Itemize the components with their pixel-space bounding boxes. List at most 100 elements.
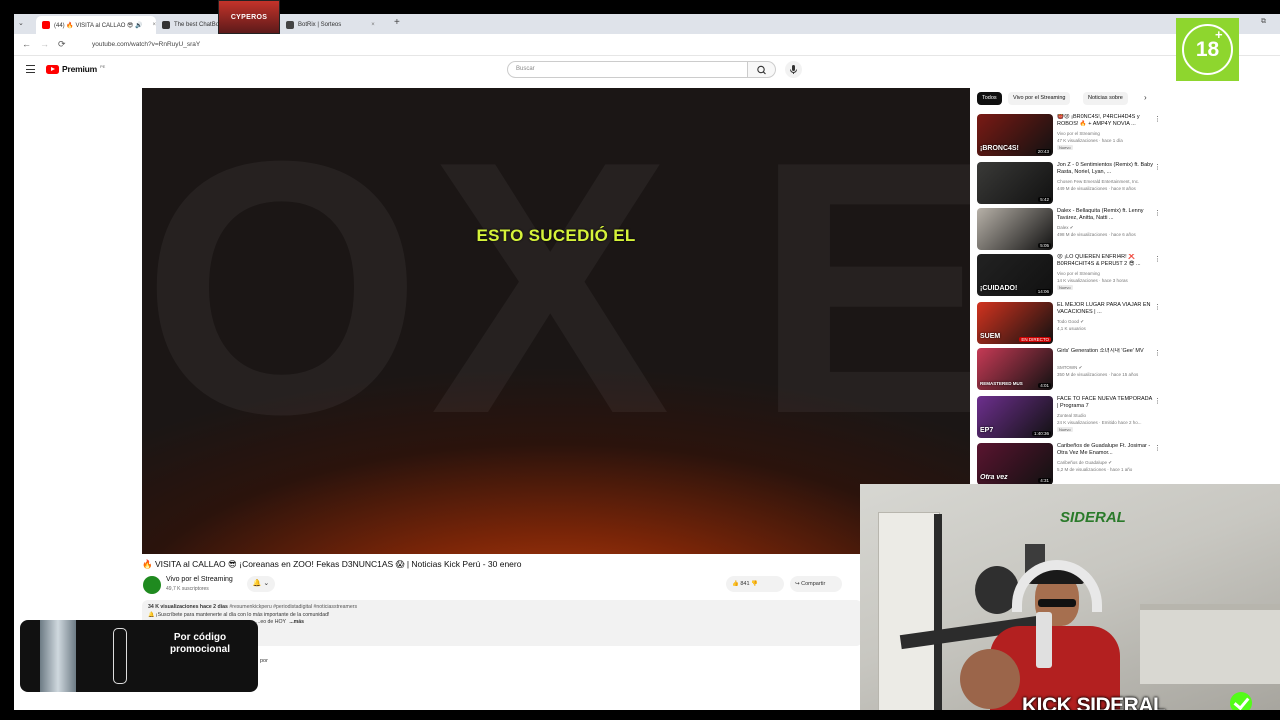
chevron-right-icon[interactable]: › <box>1144 93 1147 102</box>
browser-tab-chatbot[interactable]: The best ChatBot <box>156 16 221 34</box>
channel-name[interactable]: Vivo por el Streaming <box>166 576 233 583</box>
recommended-title[interactable]: Dalex - Bellaquita (Remix) ft. Lenny Tav… <box>1057 208 1153 221</box>
youtube-premium-logo[interactable]: Premium PE <box>46 64 105 74</box>
recommended-title[interactable]: FACE TO FACE NUEVA TEMPORADA | Programa … <box>1057 396 1153 409</box>
recommended-channel[interactable]: Chosen Few Emerald Entertainment, Inc. <box>1057 179 1139 184</box>
video-thumbnail[interactable]: Otra vez 4:31 <box>977 443 1053 485</box>
recommended-channel[interactable]: Vivo por el Streaming <box>1057 271 1100 276</box>
more-actions-icon[interactable]: ⋮ <box>1154 209 1161 217</box>
reload-button[interactable]: ⟳ <box>58 39 66 50</box>
video-thumbnail[interactable]: EP7 1:40:36 <box>977 396 1053 438</box>
video-title: 🔥 VISITA al CALLAO 😎 ¡Coreanas en ZOO! F… <box>142 559 522 569</box>
tab-label: BotRix | Sorteos <box>298 22 342 28</box>
background-letter: E <box>754 88 970 489</box>
recommended-title[interactable]: Jon Z - 0 Sentimientos (Remix) ft. Baby … <box>1057 162 1153 175</box>
room-door <box>878 512 940 720</box>
new-badge: Nuevo <box>1057 285 1073 290</box>
recommended-video[interactable]: 5:05 Dalex - Bellaquita (Remix) ft. Lenn… <box>977 208 1161 252</box>
search-button[interactable] <box>748 61 776 78</box>
video-caption: ESTO SUCEDIÓ EL <box>476 226 636 245</box>
recommended-meta: 4,1 K usuarios <box>1057 326 1086 331</box>
plus-icon: + <box>1215 27 1223 42</box>
tab-label: The best ChatBot <box>174 22 221 28</box>
recommended-channel[interactable]: Dalex ✔ <box>1057 225 1074 231</box>
recommended-channel[interactable]: Vivo por el Streaming <box>1057 131 1100 136</box>
channel-subscribers: 49,7 K suscriptores <box>166 586 209 592</box>
more-actions-icon[interactable]: ⋮ <box>1154 444 1161 452</box>
recommended-video[interactable]: ¡BRONC4S! 20:43 👹😡 ¡BR0NC4S!, P4RCH4D4S y… <box>977 114 1161 158</box>
new-badge: Nuevo <box>1057 427 1073 432</box>
sunglasses <box>1038 599 1076 607</box>
chip-news[interactable]: Noticias sobre <box>1083 92 1128 105</box>
video-thumbnail[interactable]: SUEM EN DIRECTO <box>977 302 1053 344</box>
video-duration: 20:43 <box>1035 149 1051 154</box>
share-button[interactable]: ↪ Compartir <box>790 576 842 592</box>
thumbnail-text: SUEM <box>980 333 1001 340</box>
browser-tab-bar: ⌄ (44) 🔥 VISITA al CALLAO 😎 🔊 × The best… <box>14 14 1280 34</box>
youtube-favicon-icon <box>42 21 50 29</box>
video-thumbnail[interactable]: ¡CUIDADO! 14:06 <box>977 254 1053 296</box>
more-actions-icon[interactable]: ⋮ <box>1154 115 1161 123</box>
tab-label: (44) 🔥 VISITA al CALLAO 😎 🔊 <box>54 22 143 29</box>
more-actions-icon[interactable]: ⋮ <box>1154 397 1161 405</box>
comments-text: por <box>260 658 268 664</box>
notification-bell-button[interactable]: 🔔 ⌄ <box>247 576 275 592</box>
tab-search-icon[interactable]: ⌄ <box>18 19 24 27</box>
tab-close-icon[interactable]: × <box>371 22 375 28</box>
recommended-title[interactable]: 👹😡 ¡BR0NC4S!, P4RCH4D4S y ROBOS! 🔥 + AMP… <box>1057 114 1153 127</box>
more-actions-icon[interactable]: ⋮ <box>1154 349 1161 357</box>
phone-outline-icon <box>113 628 127 684</box>
url-input[interactable]: youtube.com/watch?v=RnRuyU_sraY <box>84 38 1194 52</box>
voice-search-button[interactable] <box>785 61 802 78</box>
video-thumbnail[interactable]: 5:42 <box>977 162 1053 204</box>
more-actions-icon[interactable]: ⋮ <box>1154 303 1161 311</box>
recommended-channel[interactable]: Caribeños de Guadalupe ✔ <box>1057 460 1112 466</box>
channel-avatar[interactable] <box>143 576 161 594</box>
more-actions-icon[interactable]: ⋮ <box>1154 163 1161 171</box>
recommended-video[interactable]: 5:42 Jon Z - 0 Sentimientos (Remix) ft. … <box>977 162 1161 206</box>
chip-todos[interactable]: Todos <box>977 92 1002 105</box>
search-input[interactable]: Buscar <box>507 61 748 78</box>
description-line: 🔔 ¡Suscríbete para mantenerte al día con… <box>148 611 330 618</box>
hashtags[interactable]: #resumenkickperu #periodistadigital #not… <box>229 604 357 610</box>
logo-country: PE <box>99 63 106 69</box>
recommended-title[interactable]: Girls' Generation 소녀시대 'Gee' MV <box>1057 348 1153 355</box>
browser-tab-youtube[interactable]: (44) 🔥 VISITA al CALLAO 😎 🔊 × <box>36 16 156 34</box>
like-dislike-button[interactable]: 👍 841 👎 <box>726 576 784 592</box>
recommended-video[interactable]: EP7 1:40:36 FACE TO FACE NUEVA TEMPORADA … <box>977 396 1161 440</box>
recommended-meta: 449 M de visualizaciones · hace 8 años <box>1057 186 1136 191</box>
product-can-image <box>40 620 76 692</box>
window-restore-icon[interactable]: ⧉ <box>1261 18 1266 26</box>
video-thumbnail[interactable]: 5:05 <box>977 208 1053 250</box>
browser-tab-botrix[interactable]: BotRix | Sorteos × <box>280 16 388 34</box>
recommended-title[interactable]: Caribeños de Guadalupe Ft. Josimar - Otr… <box>1057 443 1153 456</box>
forward-button[interactable]: → <box>40 39 49 49</box>
address-bar-row: ← → ⟳ youtube.com/watch?v=RnRuyU_sraY <box>14 34 1280 56</box>
recommended-video[interactable]: Otra vez 4:31 Caribeños de Guadalupe Ft. … <box>977 443 1161 487</box>
video-thumbnail[interactable]: ¡BRONC4S! 20:43 <box>977 114 1053 156</box>
recommended-title[interactable]: 😡 ¡LO QUIEREN ENFRI4R! ❌ B0RR4CHIT4S & P… <box>1057 254 1153 267</box>
recommended-channel[interactable]: SMTOWN ✔ <box>1057 365 1082 371</box>
room-bed <box>1140 604 1280 684</box>
recommended-channel[interactable]: Todo Good ✔ <box>1057 319 1084 325</box>
back-button[interactable]: ← <box>22 39 31 49</box>
recommended-channel[interactable]: Zonteal Studio <box>1057 413 1086 418</box>
stream-logo-sticker: CYPEROS <box>218 0 280 34</box>
recommended-video[interactable]: REMASTERED MUS 4:01 Girls' Generation 소녀시… <box>977 348 1161 392</box>
hamburger-menu-icon[interactable] <box>26 65 35 73</box>
video-player[interactable]: O X E ESTO SUCEDIÓ EL <box>142 88 970 554</box>
video-duration: 5:42 <box>1038 197 1051 202</box>
new-tab-button[interactable]: + <box>394 17 400 28</box>
video-thumbnail[interactable]: REMASTERED MUS 4:01 <box>977 348 1053 390</box>
promo-text: Por código promocional <box>169 632 230 655</box>
room-pole <box>934 514 942 720</box>
recommended-video[interactable]: SUEM EN DIRECTO EL MEJOR LUGAR PARA VIAJA… <box>977 302 1161 346</box>
new-badge: Nuevo <box>1057 145 1073 150</box>
wall-mural-text: SIDERAL <box>1060 509 1126 526</box>
more-actions-icon[interactable]: ⋮ <box>1154 255 1161 263</box>
video-duration: 5:05 <box>1038 243 1051 248</box>
chip-channel[interactable]: Vivo por el Streaming <box>1008 92 1071 105</box>
show-more-link[interactable]: ...más <box>289 619 304 625</box>
recommended-title[interactable]: EL MEJOR LUGAR PARA VIAJAR EN VACACIONES… <box>1057 302 1153 315</box>
recommended-video[interactable]: ¡CUIDADO! 14:06 😡 ¡LO QUIEREN ENFRI4R! ❌ … <box>977 254 1161 298</box>
